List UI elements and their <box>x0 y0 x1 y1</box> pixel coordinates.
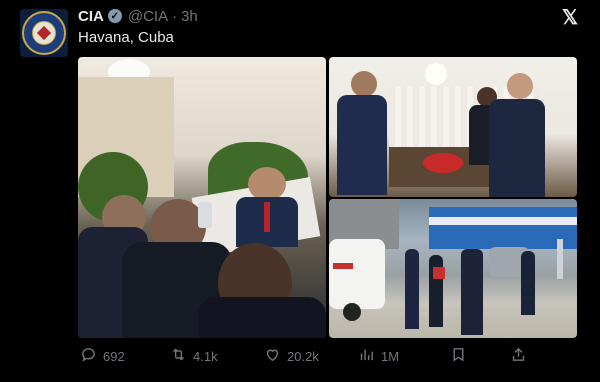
bookmark-button[interactable] <box>450 346 467 367</box>
tweet-text: Havana, Cuba <box>78 29 174 46</box>
tweet-action-bar: 692 4.1k 20.2k 1M <box>78 341 528 371</box>
account-name[interactable]: CIA <box>78 8 104 25</box>
account-handle[interactable]: @CIA <box>128 8 168 25</box>
tweet-image-greeting[interactable] <box>329 57 577 197</box>
views-button[interactable]: 1M <box>358 346 399 367</box>
retweet-count: 4.1k <box>193 348 218 364</box>
reply-count: 692 <box>103 348 125 364</box>
tweet-timestamp[interactable]: 3h <box>181 8 198 25</box>
cia-seal-icon <box>22 11 66 55</box>
like-count: 20.2k <box>287 348 319 364</box>
x-logo-icon[interactable]: 𝕏 <box>562 5 578 30</box>
bookmark-icon <box>450 346 467 367</box>
tweet-image-meeting-table[interactable] <box>78 57 326 338</box>
separator-dot: · <box>172 7 178 25</box>
tweet-image-street-arrival[interactable] <box>329 199 577 338</box>
share-button[interactable] <box>510 346 527 367</box>
views-chart-icon <box>358 346 375 367</box>
like-button[interactable]: 20.2k <box>264 346 319 367</box>
profile-avatar[interactable] <box>20 9 68 57</box>
share-icon <box>510 346 527 367</box>
heart-icon <box>264 346 281 367</box>
tweet-header: CIA ✓ @CIA · 3h <box>78 6 198 26</box>
views-count: 1M <box>381 348 400 364</box>
reply-button[interactable]: 692 <box>80 346 125 367</box>
retweet-icon <box>170 346 187 367</box>
verified-badge-icon: ✓ <box>107 9 122 23</box>
retweet-button[interactable]: 4.1k <box>170 346 218 367</box>
reply-icon <box>80 346 97 367</box>
